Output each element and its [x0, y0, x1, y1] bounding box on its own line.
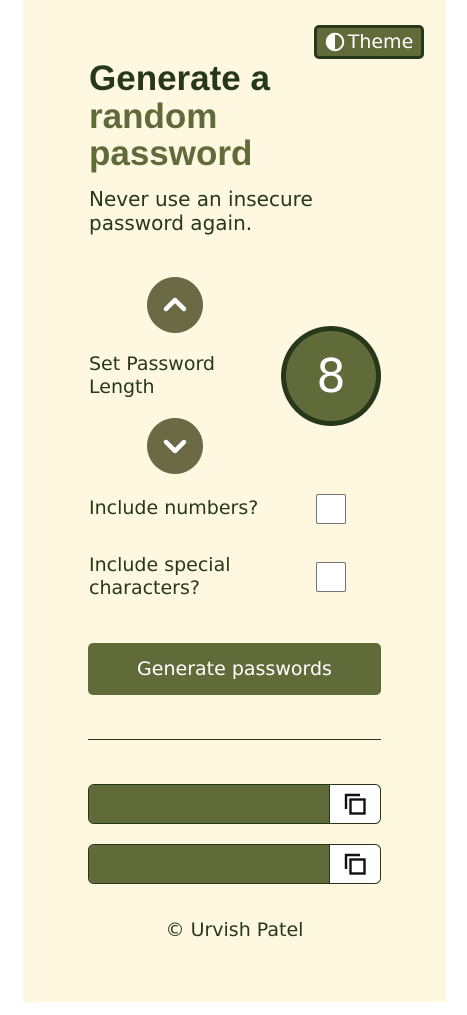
chevron-up-icon [160, 290, 190, 320]
include-special-checkbox[interactable] [316, 562, 346, 592]
copy-password-2-button[interactable] [329, 845, 380, 883]
copy-password-1-button[interactable] [329, 785, 380, 823]
copy-icon [341, 790, 369, 818]
page-title: Generate a random password [89, 60, 270, 173]
footer-credit: © Urvish Patel [165, 919, 304, 941]
theme-button-label: Theme [347, 31, 414, 53]
contrast-icon [325, 32, 345, 52]
title-line-3: password [89, 134, 253, 173]
include-numbers-checkbox[interactable] [316, 494, 346, 524]
divider [88, 739, 381, 740]
length-value-display: 8 [281, 326, 381, 426]
increase-length-button[interactable] [147, 277, 203, 333]
decrease-length-button[interactable] [147, 418, 203, 474]
title-line-2: random [89, 96, 218, 136]
password-output-2[interactable] [89, 845, 329, 883]
copy-icon [341, 850, 369, 878]
chevron-down-icon [160, 431, 190, 461]
title-line-1: Generate a [89, 59, 270, 98]
password-output-row-1 [88, 784, 381, 824]
theme-toggle-button[interactable]: Theme [314, 25, 424, 59]
page-subtitle: Never use an insecure password again. [89, 187, 313, 235]
include-numbers-label: Include numbers? [89, 497, 259, 519]
password-output-1[interactable] [89, 785, 329, 823]
length-label: Set Password Length [89, 353, 215, 398]
generate-passwords-button[interactable]: Generate passwords [88, 643, 381, 695]
include-special-label: Include special characters? [89, 554, 231, 599]
password-output-row-2 [88, 844, 381, 884]
